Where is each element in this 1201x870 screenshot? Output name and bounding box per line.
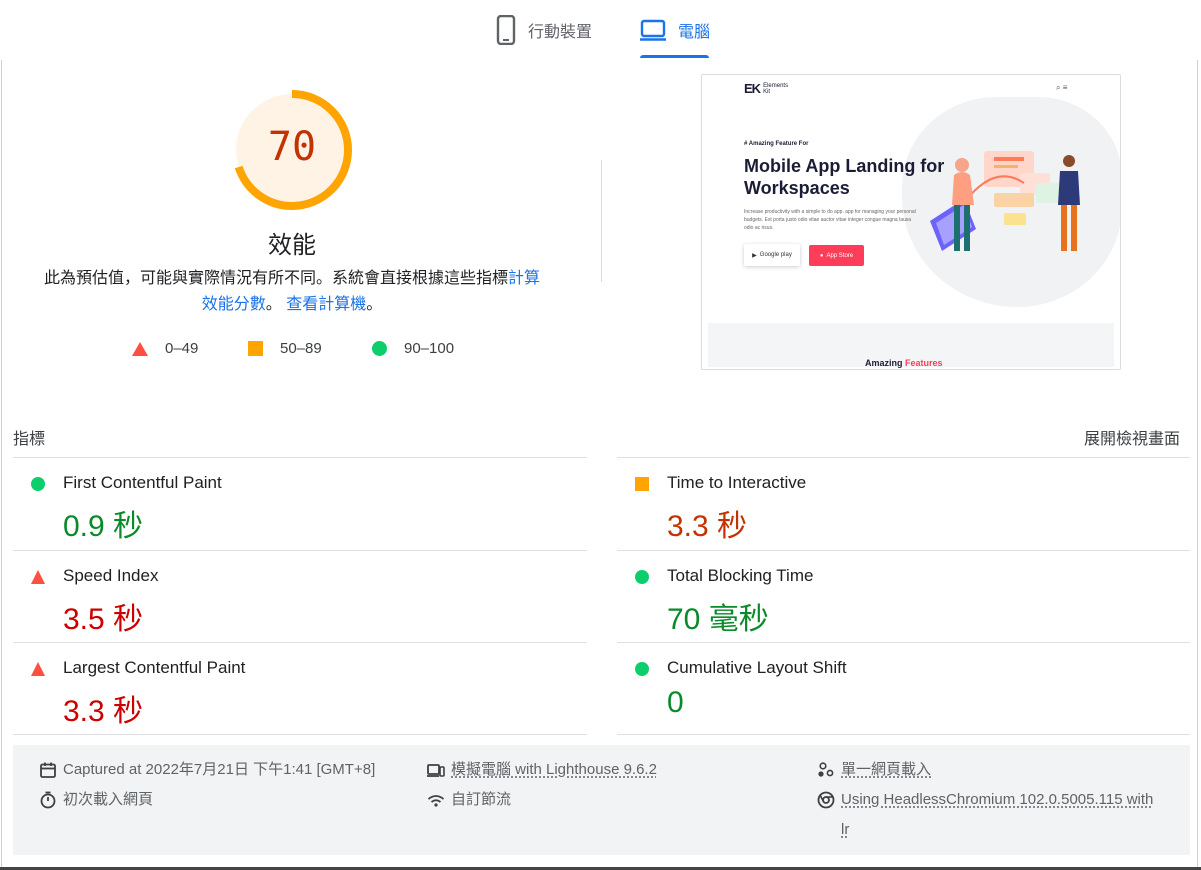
single-page-load[interactable]: 單一網頁載入 — [817, 755, 931, 785]
legend-fail: 0–49 — [132, 340, 198, 357]
metric-value: 0 — [667, 686, 684, 719]
triangle-icon — [132, 341, 148, 356]
circle-icon — [372, 341, 387, 356]
emulated-device-text: 模擬電腦 with Lighthouse 9.6.2 — [451, 761, 657, 778]
circle-icon — [31, 477, 45, 491]
metric-cumulative-layout-shift[interactable]: Cumulative Layout Shift 0 — [617, 643, 1191, 735]
calculator-link[interactable]: 查看計算機 — [286, 296, 366, 313]
metric-first-contentful-paint[interactable]: First Contentful Paint 0.9 秒 — [13, 458, 587, 550]
performance-score: 70 — [267, 124, 317, 170]
chrome-icon — [817, 791, 835, 809]
score-description: 此為預估值，可能與實際情況有所不同。系統會直接根據這些指標計算效能分數。 查看計… — [40, 266, 544, 318]
hero-lead: Increase productivity with a simple to d… — [744, 209, 916, 231]
features-heading: Amazing Features — [865, 358, 943, 368]
triangle-icon — [31, 570, 45, 584]
legend-label: 50–89 — [280, 340, 322, 357]
metric-speed-index[interactable]: Speed Index 3.5 秒 — [13, 551, 587, 643]
logo-line2: Kit — [763, 89, 771, 95]
metric-total-blocking-time[interactable]: Total Blocking Time 70 毫秒 — [617, 551, 1191, 643]
active-tab-indicator — [640, 55, 709, 58]
final-screenshot[interactable]: EK Elements Kit ⌕ ≡ # Amazing Feature For… — [701, 74, 1121, 370]
play-icon: ▶ — [752, 252, 757, 259]
metric-name: Largest Contentful Paint — [63, 658, 246, 677]
features-heading-word2: Features — [905, 358, 943, 368]
metric-value: 0.9 秒 — [63, 510, 144, 543]
site-logo: EK Elements Kit — [744, 81, 788, 96]
legend-label: 0–49 — [165, 340, 199, 357]
gauge-title: 效能 — [268, 232, 316, 259]
single-page-load-text: 單一網頁載入 — [841, 761, 932, 778]
legend-average: 50–89 — [248, 340, 322, 357]
timer-icon — [40, 791, 56, 809]
browser-info[interactable]: Using HeadlessChromium 102.0.5005.115 wi… — [817, 785, 1187, 845]
hero-kicker: # Amazing Feature For — [744, 141, 809, 147]
initial-page-load-text: 初次載入網頁 — [63, 791, 154, 808]
captured-at: Captured at 2022年7月21日 下午1:41 [GMT+8] — [39, 755, 375, 785]
site-header-icons: ⌕ ≡ — [1056, 83, 1067, 93]
tab-mobile[interactable]: 行動裝置 — [496, 14, 592, 46]
metric-name: Total Blocking Time — [667, 566, 814, 585]
circle-icon — [635, 570, 649, 584]
metric-name: Speed Index — [63, 566, 159, 585]
description-separator: 。 — [265, 296, 282, 313]
browser-info-line1: Using HeadlessChromium 102.0.5005.115 wi… — [841, 791, 1154, 808]
app-store-label: App Store — [826, 252, 854, 259]
legend-pass: 90–100 — [372, 340, 454, 357]
metric-time-to-interactive[interactable]: Time to Interactive 3.3 秒 — [617, 458, 1191, 550]
metric-value: 70 毫秒 — [667, 603, 769, 636]
description-end: 。 — [366, 296, 383, 313]
network-throttling-text: 自訂節流 — [451, 791, 512, 808]
features-heading-word1: Amazing — [865, 358, 903, 368]
circle-icon — [635, 662, 649, 676]
panel-border-right — [1197, 60, 1198, 870]
metric-value: 3.5 秒 — [63, 603, 144, 636]
triangle-icon — [31, 662, 45, 676]
metric-name: First Contentful Paint — [63, 473, 222, 492]
metric-name: Time to Interactive — [667, 473, 807, 492]
legend-label: 90–100 — [404, 340, 455, 357]
app-store-button: ● App Store — [809, 245, 864, 266]
expand-view-toggle[interactable]: 展開檢視畫面 — [1000, 425, 1180, 449]
runtime-settings: Captured at 2022年7月21日 下午1:41 [GMT+8] 初次… — [13, 745, 1190, 855]
browser-info-text: Using HeadlessChromium 102.0.5005.115 wi… — [841, 785, 1153, 845]
metric-name: Cumulative Layout Shift — [667, 658, 847, 677]
emulated-device[interactable]: 模擬電腦 with Lighthouse 9.6.2 — [427, 755, 657, 785]
metric-value: 3.3 秒 — [63, 695, 144, 728]
square-icon — [635, 477, 649, 491]
panel-border-left — [1, 60, 2, 870]
search-icon: ⌕ — [1056, 83, 1061, 92]
laptop-icon — [640, 19, 666, 41]
calendar-icon — [40, 762, 56, 778]
network-throttling: 自訂節流 — [427, 785, 511, 815]
menu-icon: ≡ — [1062, 83, 1068, 92]
description-text: 此為預估值，可能與實際情況有所不同。系統會直接根據這些指標 — [43, 270, 508, 287]
tab-mobile-label: 行動裝置 — [528, 24, 593, 41]
metrics-title: 指標 — [13, 431, 46, 448]
wifi-icon — [427, 795, 445, 807]
initial-page-load: 初次載入網頁 — [39, 785, 153, 815]
google-play-button: ▶ Google play — [744, 244, 800, 266]
device-tabs: 行動裝置 電腦 — [0, 0, 1201, 60]
phone-icon — [496, 15, 516, 45]
apple-icon: ● — [819, 252, 824, 259]
square-icon — [248, 341, 263, 356]
devices-icon — [427, 764, 445, 777]
metric-largest-contentful-paint[interactable]: Largest Contentful Paint 3.3 秒 — [13, 643, 587, 735]
tab-desktop-label: 電腦 — [678, 24, 711, 41]
tab-desktop[interactable]: 電腦 — [640, 14, 710, 46]
logo-mark: EK — [744, 81, 761, 96]
browser-info-line2: lr — [841, 821, 850, 838]
section-divider — [601, 160, 602, 282]
metric-value: 3.3 秒 — [667, 510, 748, 543]
captured-at-text: Captured at 2022年7月21日 下午1:41 [GMT+8] — [63, 761, 376, 778]
google-play-label: Google play — [759, 252, 792, 258]
hero-illustration — [930, 151, 1080, 251]
nodes-icon — [818, 762, 834, 777]
